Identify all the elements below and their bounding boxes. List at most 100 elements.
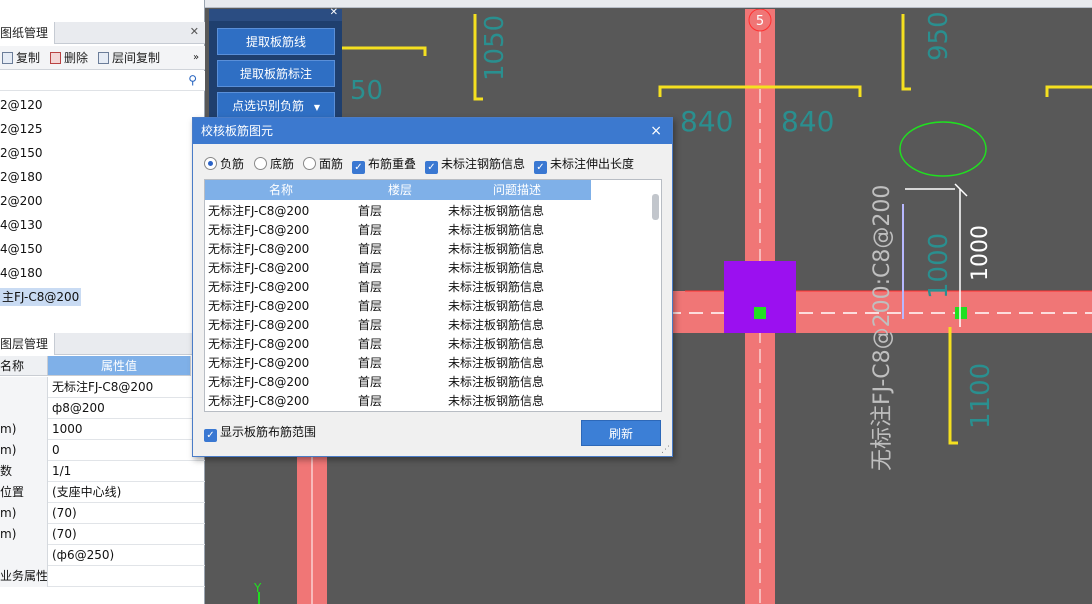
property-row[interactable]: 无标注FJ-C8@200 [0, 377, 205, 398]
dim-1050: 1050 [480, 15, 510, 81]
col-floor[interactable]: 楼层 [388, 180, 412, 200]
table-row[interactable]: 无标注FJ-C8@200 首层 未标注板钢筋信息 [205, 202, 645, 221]
table-row[interactable]: 无标注FJ-C8@200 首层 未标注板钢筋信息 [205, 316, 645, 335]
floor-copy-icon [98, 52, 109, 64]
resize-grip-icon[interactable]: ⋰ [661, 445, 670, 455]
property-value[interactable]: 1000 [52, 419, 83, 440]
checkbox-unlabeled-info[interactable]: ✓ 未标注钢筋信息 [425, 156, 525, 174]
property-value[interactable]: (70) [52, 503, 77, 524]
table-row[interactable]: 无标注FJ-C8@200 首层 未标注板钢筋信息 [205, 335, 645, 354]
cell-name: 无标注FJ-C8@200 [208, 337, 310, 351]
table-row[interactable]: 无标注FJ-C8@200 首层 未标注板钢筋信息 [205, 392, 645, 411]
list-item-label: 2@200 [0, 194, 43, 208]
vertical-scrollbar[interactable] [652, 194, 659, 220]
list-item-label: 2@120 [0, 98, 43, 112]
property-name-header: 名称 [0, 356, 48, 376]
property-value[interactable]: 0 [52, 440, 60, 461]
property-row[interactable]: 位置 (支座中心线) [0, 482, 205, 503]
delete-button[interactable]: 删除 [50, 50, 88, 66]
cell-floor: 首层 [358, 394, 383, 408]
cell-name: 无标注FJ-C8@200 [208, 318, 310, 332]
table-row[interactable]: 无标注FJ-C8@200 首层 未标注板钢筋信息 [205, 373, 645, 392]
property-row[interactable]: m) (70) [0, 524, 205, 545]
layer-management-header: 图层管理 [0, 333, 205, 355]
cell-problem: 未标注板钢筋信息 [448, 280, 545, 294]
property-row[interactable]: m) (70) [0, 503, 205, 524]
search-row[interactable]: ⚲ [0, 71, 205, 91]
radio-bottom-bar[interactable]: 底筋 [254, 156, 294, 172]
table-row[interactable]: 无标注FJ-C8@200 首层 未标注板钢筋信息 [205, 240, 645, 259]
close-icon[interactable]: ✕ [330, 7, 338, 18]
pick-identify-neg-bar-button[interactable]: 点选识别负筋 ▼ [217, 92, 335, 119]
grip-point [754, 307, 766, 319]
table-row[interactable]: 无标注FJ-C8@200 首层 未标注板钢筋信息 [205, 354, 645, 373]
property-value[interactable]: 无标注FJ-C8@200 [52, 377, 153, 398]
checkbox-checked-icon: ✓ [204, 429, 217, 442]
table-row[interactable]: 无标注FJ-C8@200 首层 未标注板钢筋信息 [205, 278, 645, 297]
cell-floor: 首层 [358, 280, 383, 294]
issue-table: 名称 楼层 问题描述 无标注FJ-C8@200 首层 未标注板钢筋信息 无标注FJ-C… [204, 179, 662, 412]
radio-top-bar[interactable]: 面筋 [303, 156, 343, 172]
cell-name: 无标注FJ-C8@200 [208, 375, 310, 389]
checkbox-overlap[interactable]: ✓ 布筋重叠 [352, 156, 416, 174]
property-key: m) [0, 419, 48, 440]
property-value[interactable]: (支座中心线) [52, 482, 121, 503]
list-item[interactable]: 主FJ-C8@200 [0, 285, 205, 309]
property-row[interactable]: 业务属性 [0, 566, 205, 587]
property-value[interactable]: ф8@200 [52, 398, 105, 419]
list-item[interactable]: 2@120 [0, 93, 205, 117]
more-chevron-icon[interactable]: » [193, 50, 199, 66]
checkbox-show-range[interactable]: ✓ 显示板筋布筋范围 [204, 424, 316, 442]
table-row[interactable]: 无标注FJ-C8@200 首层 未标注板钢筋信息 [205, 221, 645, 240]
property-row[interactable]: 数 1/1 [0, 461, 205, 482]
property-row[interactable]: (ф6@250) [0, 545, 205, 566]
refresh-button[interactable]: 刷新 [581, 420, 661, 446]
list-item-label: 2@150 [0, 146, 43, 160]
tab-layer-management[interactable]: 图层管理 [0, 333, 56, 355]
property-row[interactable]: m) 1000 [0, 419, 205, 440]
list-item[interactable]: 4@150 [0, 237, 205, 261]
cell-problem: 未标注板钢筋信息 [448, 204, 545, 218]
tab-drawing-management[interactable]: 图纸管理 [0, 22, 56, 44]
cell-floor: 首层 [358, 242, 383, 256]
radio-icon [303, 157, 316, 170]
col-name[interactable]: 名称 [269, 180, 293, 200]
property-row[interactable]: m) 0 [0, 440, 205, 461]
property-value[interactable]: (ф6@250) [52, 545, 114, 566]
property-value[interactable]: (70) [52, 524, 77, 545]
list-item[interactable]: 2@150 [0, 141, 205, 165]
table-row[interactable]: 无标注FJ-C8@200 首层 未标注板钢筋信息 [205, 259, 645, 278]
delete-icon [50, 52, 61, 64]
search-icon[interactable]: ⚲ [188, 73, 197, 87]
list-item-label: 4@130 [0, 218, 43, 232]
command-panel: ✕ 提取板筋线 提取板筋标注 点选识别负筋 ▼ [209, 7, 342, 129]
dropdown-arrow-icon[interactable]: ▼ [314, 103, 320, 112]
list-item[interactable]: 2@180 [0, 165, 205, 189]
col-problem[interactable]: 问题描述 [493, 180, 541, 200]
y-axis-label: Y [253, 581, 262, 595]
extract-rebar-line-button[interactable]: 提取板筋线 [217, 28, 335, 55]
copy-button[interactable]: 复制 [2, 50, 40, 66]
list-item[interactable]: 4@180 [0, 261, 205, 285]
list-item[interactable]: 4@130 [0, 213, 205, 237]
property-value[interactable]: 1/1 [52, 461, 71, 482]
close-icon[interactable]: × [650, 118, 662, 144]
extract-rebar-label-button[interactable]: 提取板筋标注 [217, 60, 335, 87]
close-icon[interactable]: ✕ [190, 25, 199, 38]
cell-problem: 未标注板钢筋信息 [448, 394, 545, 408]
list-item[interactable]: 2@200 [0, 189, 205, 213]
table-row[interactable]: 无标注FJ-C8@200 首层 未标注板钢筋信息 [205, 297, 645, 316]
list-item[interactable]: 2@125 [0, 117, 205, 141]
radio-neg-bar[interactable]: 负筋 [204, 156, 244, 172]
property-key [0, 377, 48, 398]
checkbox-unlabeled-extend[interactable]: ✓ 未标注伸出长度 [534, 156, 634, 174]
cell-problem: 未标注板钢筋信息 [448, 223, 545, 237]
radio-selected-icon [204, 157, 217, 170]
dim-1000-white: 1000 [968, 225, 993, 281]
cell-problem: 未标注板钢筋信息 [448, 261, 545, 275]
cell-problem: 未标注板钢筋信息 [448, 356, 545, 370]
dim-50: 50 [350, 76, 383, 106]
cell-name: 无标注FJ-C8@200 [208, 356, 310, 370]
property-row[interactable]: ф8@200 [0, 398, 205, 419]
copy-between-floors-button[interactable]: 层间复制 [98, 50, 160, 66]
